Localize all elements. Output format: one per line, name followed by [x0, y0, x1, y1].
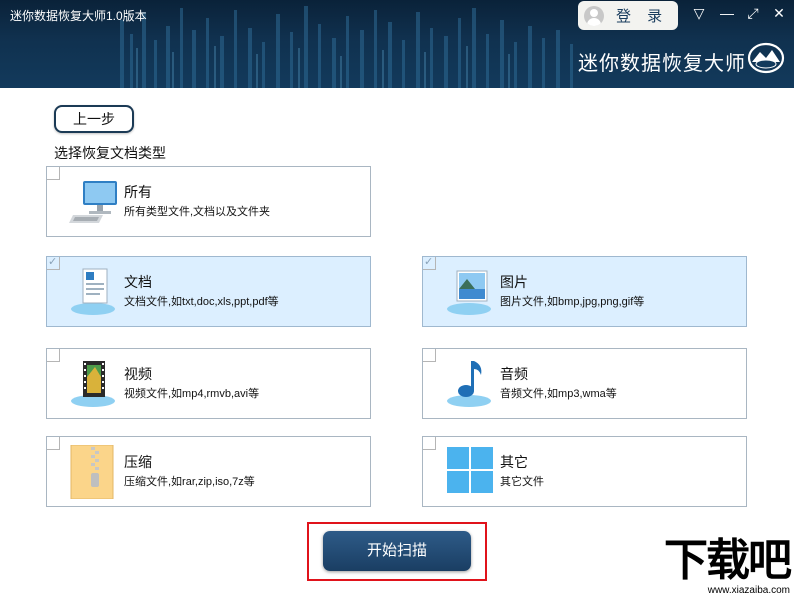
type-card-all[interactable]: 所有 所有类型文件,文档以及文件夹 — [46, 166, 371, 237]
section-label: 选择恢复文档类型 — [54, 145, 166, 161]
video-film-icon — [71, 361, 115, 407]
brand-name: 迷你数据恢复大师 — [578, 53, 746, 75]
type-desc: 视频文件,如mp4,rmvb,avi等 — [124, 388, 260, 400]
type-title: 文档 — [124, 274, 152, 290]
type-desc: 文档文件,如txt,doc,xls,ppt,pdf等 — [124, 296, 279, 308]
type-title: 视频 — [124, 366, 152, 382]
login-button[interactable]: 登 录 — [578, 1, 678, 30]
type-title: 其它 — [500, 454, 528, 470]
type-card-image[interactable]: ✓ 图片 图片文件,如bmp,jpg,png,gif等 — [422, 256, 747, 327]
title-bar: 迷你数据恢复大师1.0版本 登 录 ▽ — ⤢ ✕ 迷你数据恢复大师 — [0, 0, 794, 88]
windows-grid-icon — [447, 447, 493, 493]
type-card-audio[interactable]: 音频 音频文件,如mp3,wma等 — [422, 348, 747, 419]
checkbox-archive[interactable] — [47, 437, 60, 450]
brand-logo-icon — [747, 42, 785, 74]
checkbox-audio[interactable] — [423, 349, 436, 362]
zip-archive-icon — [70, 445, 114, 499]
checkbox-document[interactable]: ✓ — [47, 256, 60, 270]
check-mark-icon: ✓ — [48, 256, 58, 268]
type-desc: 图片文件,如bmp,jpg,png,gif等 — [500, 296, 645, 308]
computer-icon — [69, 181, 117, 223]
checkbox-image[interactable]: ✓ — [423, 256, 436, 270]
type-card-other[interactable]: 其它 其它文件 — [422, 436, 747, 507]
minimize-icon[interactable]: — — [716, 3, 738, 23]
user-avatar-icon — [584, 5, 604, 26]
close-icon[interactable]: ✕ — [768, 3, 790, 23]
type-desc: 音频文件,如mp3,wma等 — [500, 388, 617, 400]
document-icon — [71, 268, 115, 315]
maximize-icon[interactable]: ⤢ — [742, 3, 764, 23]
type-card-archive[interactable]: 压缩 压缩文件,如rar,zip,iso,7z等 — [46, 436, 371, 507]
back-button[interactable]: 上一步 — [54, 105, 134, 133]
type-desc: 其它文件 — [500, 476, 544, 488]
type-desc: 压缩文件,如rar,zip,iso,7z等 — [124, 476, 255, 488]
watermark: 下载吧 www.xiazaiba.com — [652, 537, 794, 596]
type-title: 图片 — [500, 274, 528, 290]
login-label: 登 录 — [616, 8, 669, 25]
type-card-video[interactable]: 视频 视频文件,如mp4,rmvb,avi等 — [46, 348, 371, 419]
type-desc: 所有类型文件,文档以及文件夹 — [124, 206, 271, 218]
start-scan-button[interactable]: 开始扫描 — [323, 531, 471, 571]
watermark-logo: 下载吧 — [664, 535, 792, 586]
watermark-url: www.xiazaiba.com — [707, 585, 790, 596]
type-title: 所有 — [124, 184, 152, 200]
picture-icon — [447, 270, 491, 315]
checkbox-video[interactable] — [47, 349, 60, 362]
menu-dropdown-icon[interactable]: ▽ — [688, 3, 710, 23]
checkbox-all[interactable] — [47, 167, 60, 180]
type-title: 音频 — [500, 366, 528, 382]
check-mark-icon: ✓ — [424, 256, 434, 268]
type-title: 压缩 — [124, 454, 152, 470]
app-title: 迷你数据恢复大师1.0版本 — [10, 9, 147, 23]
type-card-document[interactable]: ✓ 文档 文档文件,如txt,doc,xls,ppt,pdf等 — [46, 256, 371, 327]
checkbox-other[interactable] — [423, 437, 436, 450]
music-note-icon — [447, 361, 491, 407]
